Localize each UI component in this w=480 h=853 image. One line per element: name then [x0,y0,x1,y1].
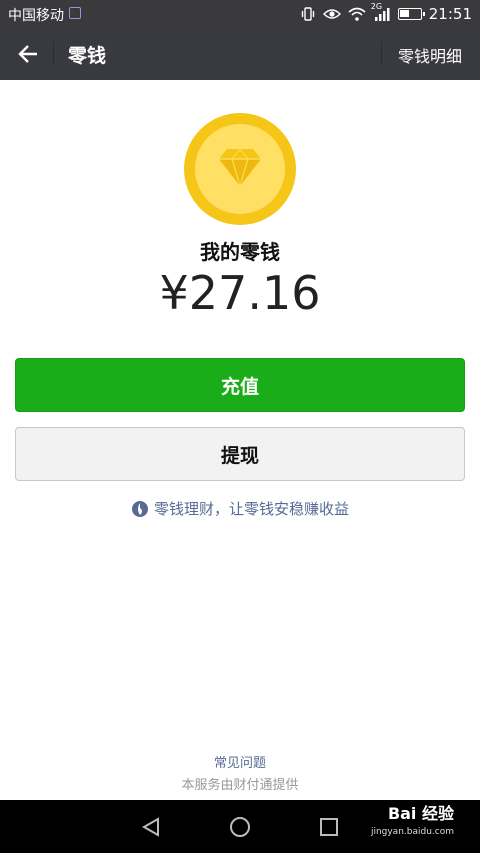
notification-icon [69,7,81,19]
recharge-button[interactable]: 充值 [15,358,465,412]
triangle-back-icon [141,817,159,837]
signal-icon [374,8,390,21]
circle-home-icon [230,817,250,837]
battery-level [399,10,409,17]
faq-link[interactable]: 常见问题 [0,752,480,771]
licaitong-icon [131,500,148,517]
wifi-icon [348,7,366,21]
battery-icon [397,8,425,20]
title-bar: 零钱 零钱明细 [0,28,480,80]
page-title: 零钱 [68,45,107,67]
status-bar: 中国移动 2G 21:51 [0,0,480,28]
carrier-name: 中国移动 [8,8,64,24]
status-icons: 2G 21:51 [300,2,472,24]
back-button[interactable] [8,34,48,74]
menu-divider [381,42,382,66]
vibrate-icon [301,7,314,21]
square-recents-icon [320,818,338,836]
watermark-brand: Bai 经验 [387,804,454,823]
wallet-label: 我的零钱 [200,240,280,264]
watermark-url: jingyan.baidu.com [370,827,454,837]
nav-back-button[interactable] [137,813,165,841]
eye-icon [322,9,341,19]
clock: 21:51 [428,5,472,23]
balance-details-link[interactable]: 零钱明细 [398,43,462,67]
withdraw-button[interactable]: 提现 [15,427,465,481]
promo-text: 零钱理财，让零钱安稳赚收益 [153,500,349,518]
wealth-promo-link[interactable]: 零钱理财，让零钱安稳赚收益 [0,498,480,519]
service-provider-note: 本服务由财付通提供 [181,778,299,793]
nav-recents-button[interactable] [315,813,343,841]
watermark: Bai 经验 jingyan.baidu.com [371,805,454,841]
arrow-left-icon [18,45,37,63]
diamond-icon [219,148,261,187]
diamond-coin-icon [184,113,296,225]
balance-amount: ¥27.16 [159,266,321,320]
signal-indicator: 2G [371,2,391,22]
title-divider [53,42,54,66]
nav-home-button[interactable] [226,813,254,841]
